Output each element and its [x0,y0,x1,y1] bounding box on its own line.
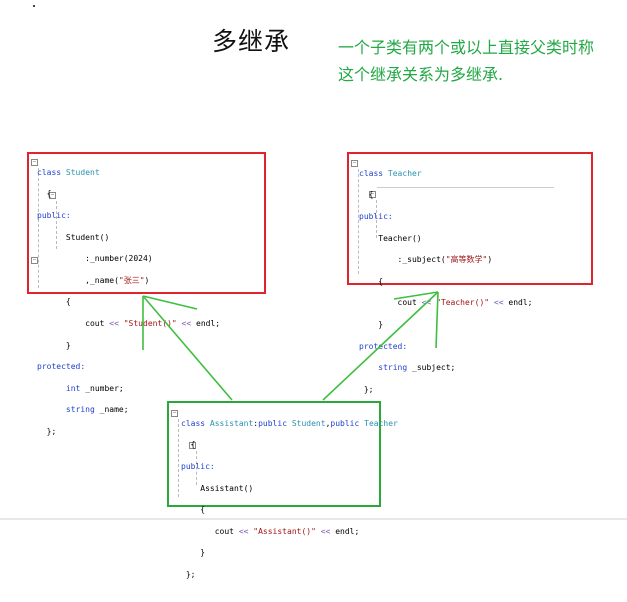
inheritance-arrows [0,291,627,520]
arrow-to-student [142,295,233,401]
arrow-to-teacher [322,291,439,401]
code-line: } [200,548,206,558]
code-line: cout << "Assistant()" << endl; [214,526,360,536]
arrow-head-student-b [142,295,198,310]
arrow-head-teacher-b [435,291,439,349]
code-line: }; [185,569,196,579]
